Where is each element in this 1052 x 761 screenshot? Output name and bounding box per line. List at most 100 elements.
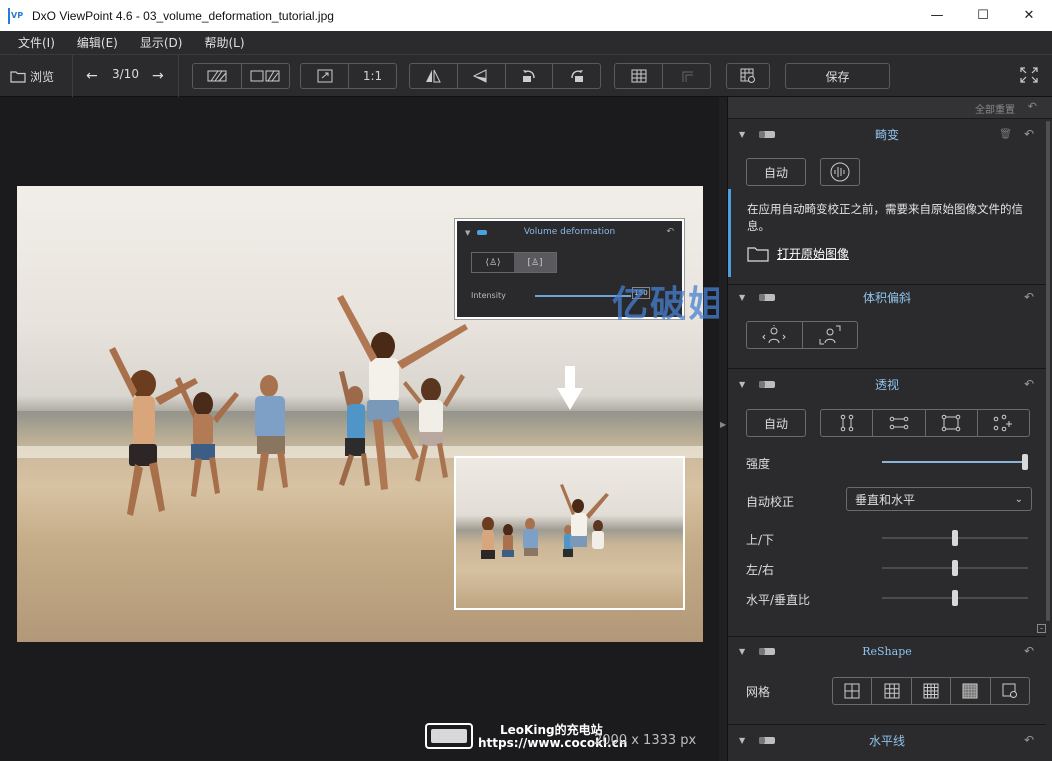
distortion-section-header[interactable]: ▼ 畸变 🗑 ↶: [728, 121, 1046, 147]
undo-icon[interactable]: ↶: [1024, 127, 1034, 141]
fit-to-screen-button[interactable]: [301, 64, 349, 88]
fullscreen-button[interactable]: [1020, 67, 1038, 87]
panel-topbar: 全部重置 ↶: [728, 97, 1052, 119]
folder-icon: [10, 70, 26, 83]
grid-label: 网格: [746, 685, 771, 699]
collapse-mini-button[interactable]: –: [1037, 624, 1046, 633]
reset-all-icon[interactable]: ↶: [1028, 100, 1037, 113]
undo-icon[interactable]: ↶: [1024, 377, 1034, 391]
slider-thumb[interactable]: [952, 590, 958, 606]
slider-thumb[interactable]: [952, 560, 958, 576]
minimize-button[interactable]: —: [914, 0, 960, 31]
open-original-link[interactable]: 打开原始图像: [747, 245, 849, 262]
horizon-title: 水平线: [868, 733, 905, 748]
grid-4x4-icon: [923, 683, 939, 699]
arrow-right-icon: →: [152, 68, 164, 84]
panel-scrollbar[interactable]: [1046, 121, 1050, 621]
person-center-icon: [762, 325, 786, 344]
image-counter: 3/10: [112, 67, 139, 81]
zoom-100-button[interactable]: 1:1: [349, 64, 396, 88]
rectangle-button[interactable]: [926, 410, 978, 436]
undo-icon: ↶: [666, 227, 674, 237]
callout-title: Volume deformation: [523, 227, 616, 237]
flip-horizontal-icon: [426, 69, 442, 83]
browse-button[interactable]: 浏览: [10, 64, 54, 88]
export-settings-button[interactable]: [727, 64, 769, 88]
compare-view-group: [192, 63, 290, 89]
grid-2x2-button[interactable]: [833, 678, 873, 704]
grid-settings-icon: [740, 68, 755, 83]
person-center-icon: ⟨♙⟩: [485, 257, 501, 268]
auto-correct-select[interactable]: 垂直和水平 ⌄: [846, 487, 1032, 511]
flip-vertical-button[interactable]: [458, 64, 506, 88]
previous-image-button[interactable]: ←: [86, 64, 98, 88]
leftright-slider[interactable]: [882, 560, 1028, 576]
horizontal-lines-button[interactable]: [873, 410, 926, 436]
side-by-side-button[interactable]: [242, 64, 290, 88]
rotate-right-icon: [570, 70, 583, 82]
panel-splitter[interactable]: ▶: [719, 97, 727, 761]
rotate-right-button[interactable]: [553, 64, 600, 88]
toolbar: 浏览 ← 3/10 → 1:1 保存: [0, 55, 1052, 97]
grid-dense-button[interactable]: [951, 678, 991, 704]
maximize-button[interactable]: ☐: [960, 0, 1006, 31]
updown-slider[interactable]: [882, 530, 1028, 546]
distortion-auto-button[interactable]: 自动: [746, 158, 806, 186]
save-button[interactable]: 保存: [785, 63, 890, 89]
undo-icon[interactable]: ↶: [1024, 644, 1034, 658]
callout-mode-buttons: ⟨♙⟩ [♙]: [471, 252, 557, 273]
reshape-grid-group: [832, 677, 1030, 705]
flip-horizontal-button[interactable]: [410, 64, 458, 88]
auto-correct-value: 垂直和水平: [855, 492, 916, 507]
next-image-button[interactable]: →: [152, 64, 164, 88]
app-logo-icon: VP: [8, 7, 23, 24]
reshape-section-header[interactable]: ▼ ReShape ↶: [728, 638, 1046, 664]
grid-3x3-button[interactable]: [872, 678, 912, 704]
undo-icon[interactable]: ↶: [1024, 290, 1034, 304]
folder-icon: [747, 246, 769, 262]
toolbar-divider: [72, 55, 73, 97]
slider-thumb[interactable]: [1022, 454, 1028, 470]
rotate-left-button[interactable]: [506, 64, 554, 88]
undo-icon[interactable]: ↶: [1024, 733, 1034, 747]
horizon-section-header[interactable]: ▼ 水平线 ↶: [728, 727, 1046, 753]
grid-4x4-button[interactable]: [912, 678, 952, 704]
perspective-section-header[interactable]: ▼ 透视 ↶: [728, 371, 1046, 397]
eight-points-button[interactable]: [978, 410, 1029, 436]
before-after-button[interactable]: [193, 64, 242, 88]
volume-mode-group: [746, 321, 858, 349]
section-divider: [728, 636, 1046, 637]
callout-intensity-label: Intensity: [471, 291, 506, 300]
ratio-label: 水平/垂直比: [746, 593, 811, 607]
volume-section-header[interactable]: ▼ 体积偏斜 ↶: [728, 284, 1046, 310]
overlay-group: [614, 63, 711, 89]
correction-panel: 全部重置 ↶ ▼ 畸变 🗑 ↶ 自动 在应用自动畸变校正之前，需要来自原始图像文…: [727, 97, 1052, 761]
distortion-profile-button[interactable]: [820, 158, 860, 186]
reset-all-button[interactable]: 全部重置: [975, 101, 1015, 116]
eight-points-icon: [994, 414, 1013, 432]
grid-custom-button[interactable]: [991, 678, 1029, 704]
grid-overlay-button[interactable]: [615, 64, 663, 88]
menu-bar: 文件(I) 编辑(E) 显示(D) 帮助(L): [0, 31, 1052, 55]
section-divider: [728, 368, 1046, 369]
perspective-auto-button[interactable]: 自动: [746, 409, 806, 437]
menu-file[interactable]: 文件(I): [0, 34, 67, 51]
volume-frame-button[interactable]: [803, 322, 858, 348]
grid-3x3-icon: [884, 683, 900, 699]
slider-thumb[interactable]: [952, 530, 958, 546]
image-canvas[interactable]: ▼ Volume deformation ↶ ⟨♙⟩ [♙] Intensity…: [0, 97, 719, 761]
vertical-lines-button[interactable]: [821, 410, 874, 436]
updown-label: 上/下: [746, 533, 775, 547]
menu-help[interactable]: 帮助(L): [194, 34, 256, 51]
distortion-info-box: 在应用自动畸变校正之前，需要来自原始图像文件的信息。 打开原始图像: [728, 189, 1046, 277]
scrollbar-thumb[interactable]: [1046, 121, 1050, 621]
menu-edit[interactable]: 编辑(E): [67, 34, 130, 51]
volume-center-button[interactable]: [747, 322, 803, 348]
guides-button[interactable]: [663, 64, 710, 88]
menu-view[interactable]: 显示(D): [130, 34, 195, 51]
ratio-slider[interactable]: [882, 590, 1028, 606]
perspective-intensity-slider[interactable]: [882, 454, 1028, 470]
open-original-label: 打开原始图像: [777, 247, 850, 261]
close-button[interactable]: ✕: [1006, 0, 1052, 31]
trash-icon[interactable]: 🗑: [999, 129, 1012, 140]
